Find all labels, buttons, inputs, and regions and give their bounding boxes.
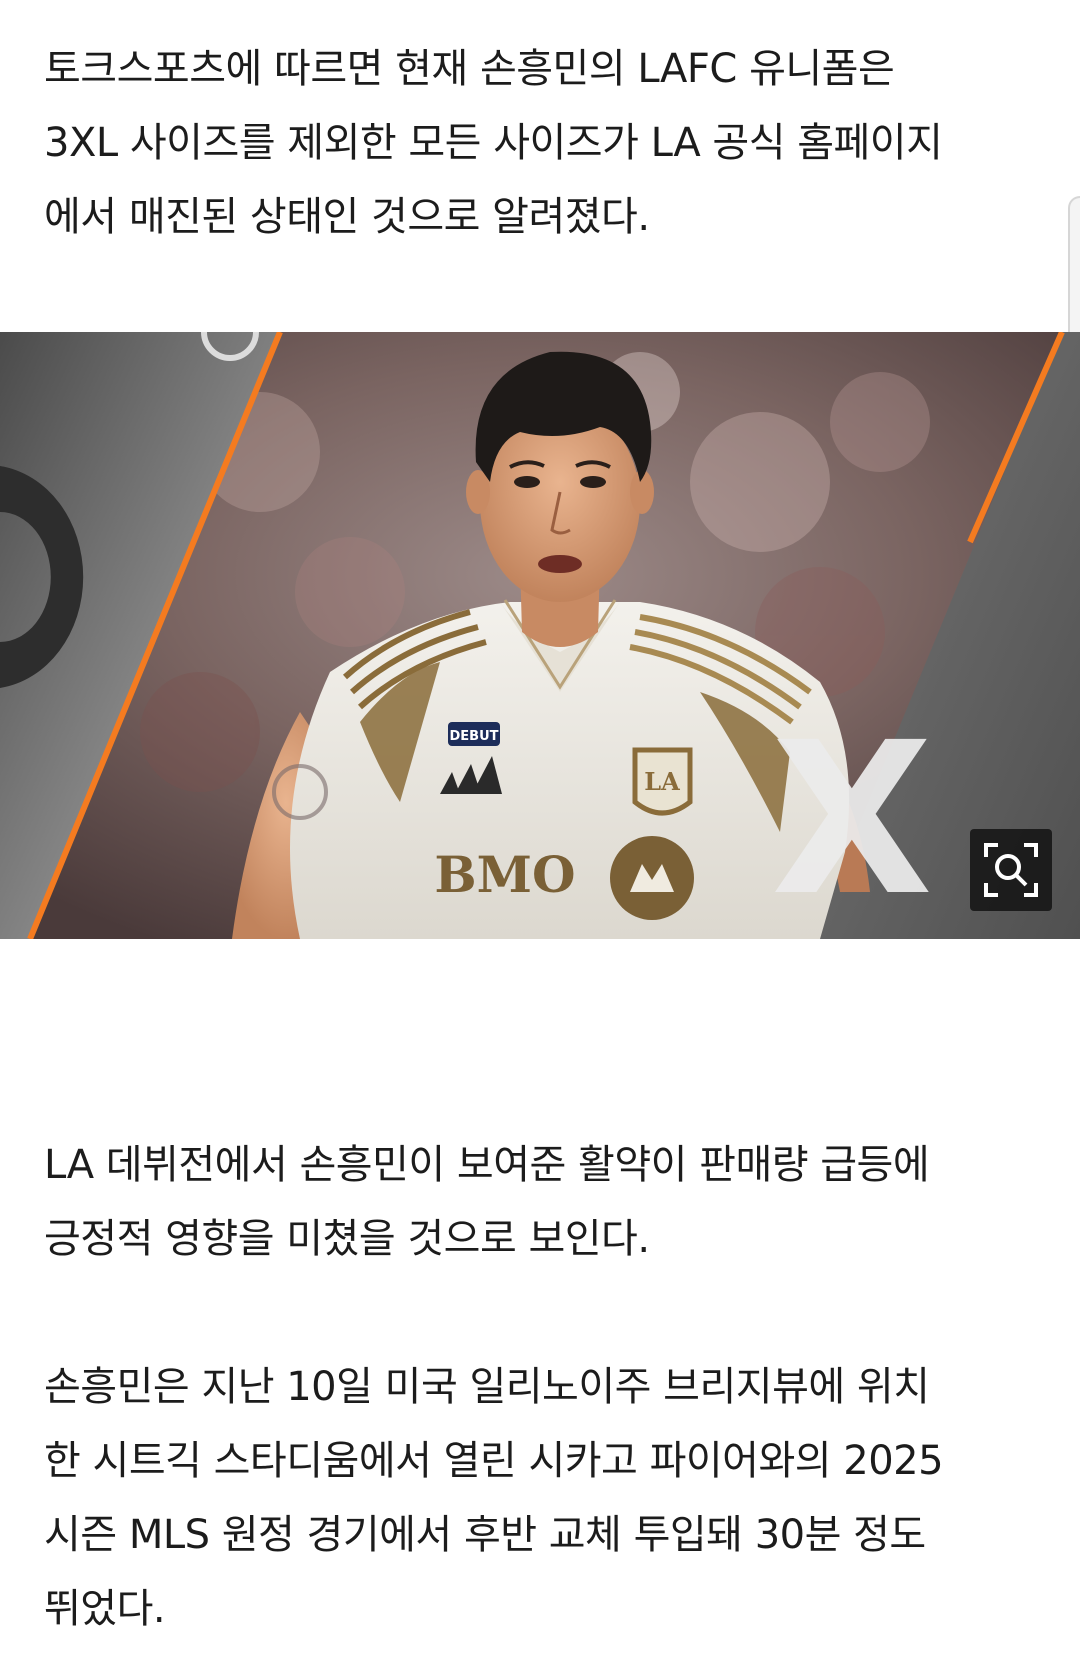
paragraph-line: 에서 매진된 상태인 것으로 알려졌다.: [44, 194, 650, 240]
paragraph-line: 긍정적 영향을 미쳤을 것으로 보인다.: [44, 1216, 650, 1262]
article-paragraph-2: LA 데뷔전에서 손흥민이 보여준 활약이 판매량 급등에 긍정적 영향을 미쳤…: [44, 1128, 1044, 1276]
debut-patch-text: DEBUT: [449, 729, 498, 744]
paragraph-line: 뛰었다.: [44, 1586, 166, 1632]
crest-text: LA: [644, 767, 680, 796]
player-photo: DEBUT LA BMO X: [0, 332, 1080, 939]
overlay-x-text: X: [771, 697, 933, 939]
zoom-button[interactable]: zoom-search-icon: [970, 829, 1052, 911]
zoom-search-icon: [984, 843, 1038, 897]
article-paragraph-1: 토크스포츠에 따르면 현재 손흥민의 LAFC 유니폼은 3XL 사이즈를 제외…: [44, 32, 1044, 254]
article-photo[interactable]: DEBUT LA BMO X zoom-search-icon: [0, 332, 1080, 939]
paragraph-line: 시즌 MLS 원정 경기에서 후반 교체 투입돼 30분 정도: [44, 1512, 926, 1558]
paragraph-line: 토크스포츠에 따르면 현재 손흥민의 LAFC 유니폼은: [44, 46, 895, 92]
paragraph-line: 손흥민은 지난 10일 미국 일리노이주 브리지뷰에 위치: [44, 1364, 930, 1410]
sponsor-text: BMO: [434, 845, 575, 904]
paragraph-line: 3XL 사이즈를 제외한 모든 사이즈가 LA 공식 홈페이지: [44, 120, 943, 166]
paragraph-line: 한 시트긱 스타디움에서 열린 시카고 파이어와의 2025: [44, 1438, 944, 1484]
paragraph-line: LA 데뷔전에서 손흥민이 보여준 활약이 판매량 급등에: [44, 1142, 930, 1188]
article-paragraph-3: 손흥민은 지난 10일 미국 일리노이주 브리지뷰에 위치 한 시트긱 스타디움…: [44, 1350, 1044, 1646]
